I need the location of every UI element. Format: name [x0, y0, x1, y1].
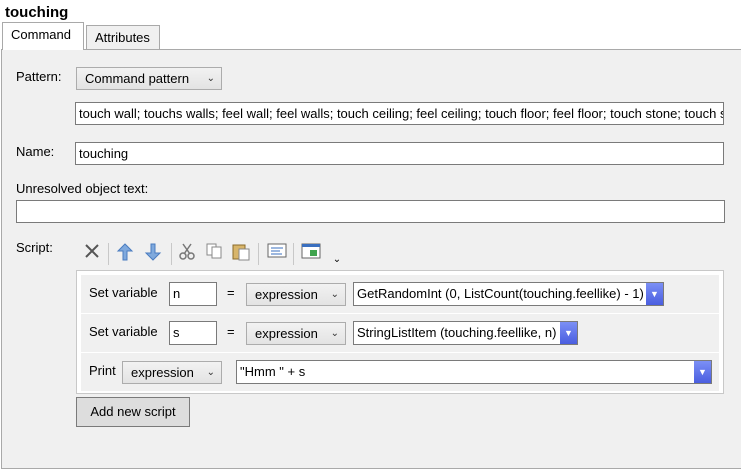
tab-command[interactable]: Command — [2, 22, 84, 50]
script-toolbar: ⌄ — [76, 239, 344, 269]
pattern-type-value: Command pattern — [85, 71, 190, 86]
code-view-icon[interactable] — [266, 242, 288, 264]
script-row: Set variable n = expression ⌄ GetRandomI… — [81, 275, 719, 313]
tab-attributes[interactable]: Attributes — [86, 25, 160, 50]
unresolved-input[interactable] — [16, 200, 725, 223]
mode-value: expression — [255, 287, 318, 302]
command-label: Set variable — [89, 285, 158, 300]
expression-dropdown-icon[interactable]: ▼ — [694, 361, 711, 383]
chevron-down-icon: ⌄ — [330, 328, 339, 339]
popout-icon[interactable] — [300, 242, 322, 264]
name-label: Name: — [16, 144, 55, 159]
pattern-input[interactable]: touch wall; touchs walls; feel wall; fee… — [75, 102, 724, 125]
mode-dropdown[interactable]: expression ⌄ — [246, 283, 346, 306]
expression-dropdown-icon[interactable]: ▼ — [646, 283, 663, 305]
expression-dropdown-icon[interactable]: ▼ — [560, 322, 577, 344]
variable-name-input[interactable]: s — [169, 321, 217, 345]
name-input[interactable]: touching — [75, 142, 724, 165]
script-label: Script: — [16, 240, 53, 255]
script-row: Set variable s = expression ⌄ StringList… — [81, 314, 719, 352]
chevron-down-icon: ⌄ — [330, 289, 339, 300]
command-label: Set variable — [89, 324, 158, 339]
mode-value: expression — [255, 326, 318, 341]
equals-label: = — [227, 285, 235, 300]
script-row: Print expression ⌄ "Hmm " + s ▼ — [81, 353, 719, 391]
chevron-down-icon: ⌄ — [206, 73, 215, 84]
chevron-down-icon: ⌄ — [206, 367, 215, 378]
tab-strip: Command Attributes — [0, 22, 741, 50]
variable-name-input[interactable]: n — [169, 282, 217, 306]
expression-value: StringListItem (touching.feellike, n) — [357, 325, 557, 340]
mode-dropdown[interactable]: expression ⌄ — [246, 322, 346, 345]
equals-label: = — [227, 324, 235, 339]
add-new-script-button[interactable]: Add new script — [76, 397, 190, 427]
delete-icon[interactable] — [81, 242, 103, 264]
move-up-icon[interactable] — [114, 242, 136, 264]
more-icon[interactable]: ⌄ — [326, 249, 348, 271]
script-editor: Set variable n = expression ⌄ GetRandomI… — [76, 270, 724, 394]
copy-icon[interactable] — [203, 242, 225, 264]
expression-value: GetRandomInt (0, ListCount(touching.feel… — [357, 286, 644, 301]
command-label: Print — [89, 363, 116, 378]
mode-value: expression — [131, 365, 194, 380]
expression-input[interactable]: StringListItem (touching.feellike, n) ▼ — [353, 321, 578, 345]
mode-dropdown[interactable]: expression ⌄ — [122, 361, 222, 384]
paste-icon[interactable] — [230, 242, 252, 264]
cut-icon[interactable] — [176, 242, 198, 264]
expression-value: "Hmm " + s — [240, 364, 306, 379]
pattern-label: Pattern: — [16, 69, 62, 84]
expression-input[interactable]: "Hmm " + s ▼ — [236, 360, 712, 384]
move-down-icon[interactable] — [142, 242, 164, 264]
unresolved-label: Unresolved object text: — [16, 181, 149, 196]
page-title: touching — [5, 4, 69, 21]
pattern-type-dropdown[interactable]: Command pattern ⌄ — [76, 67, 222, 90]
expression-input[interactable]: GetRandomInt (0, ListCount(touching.feel… — [353, 282, 664, 306]
